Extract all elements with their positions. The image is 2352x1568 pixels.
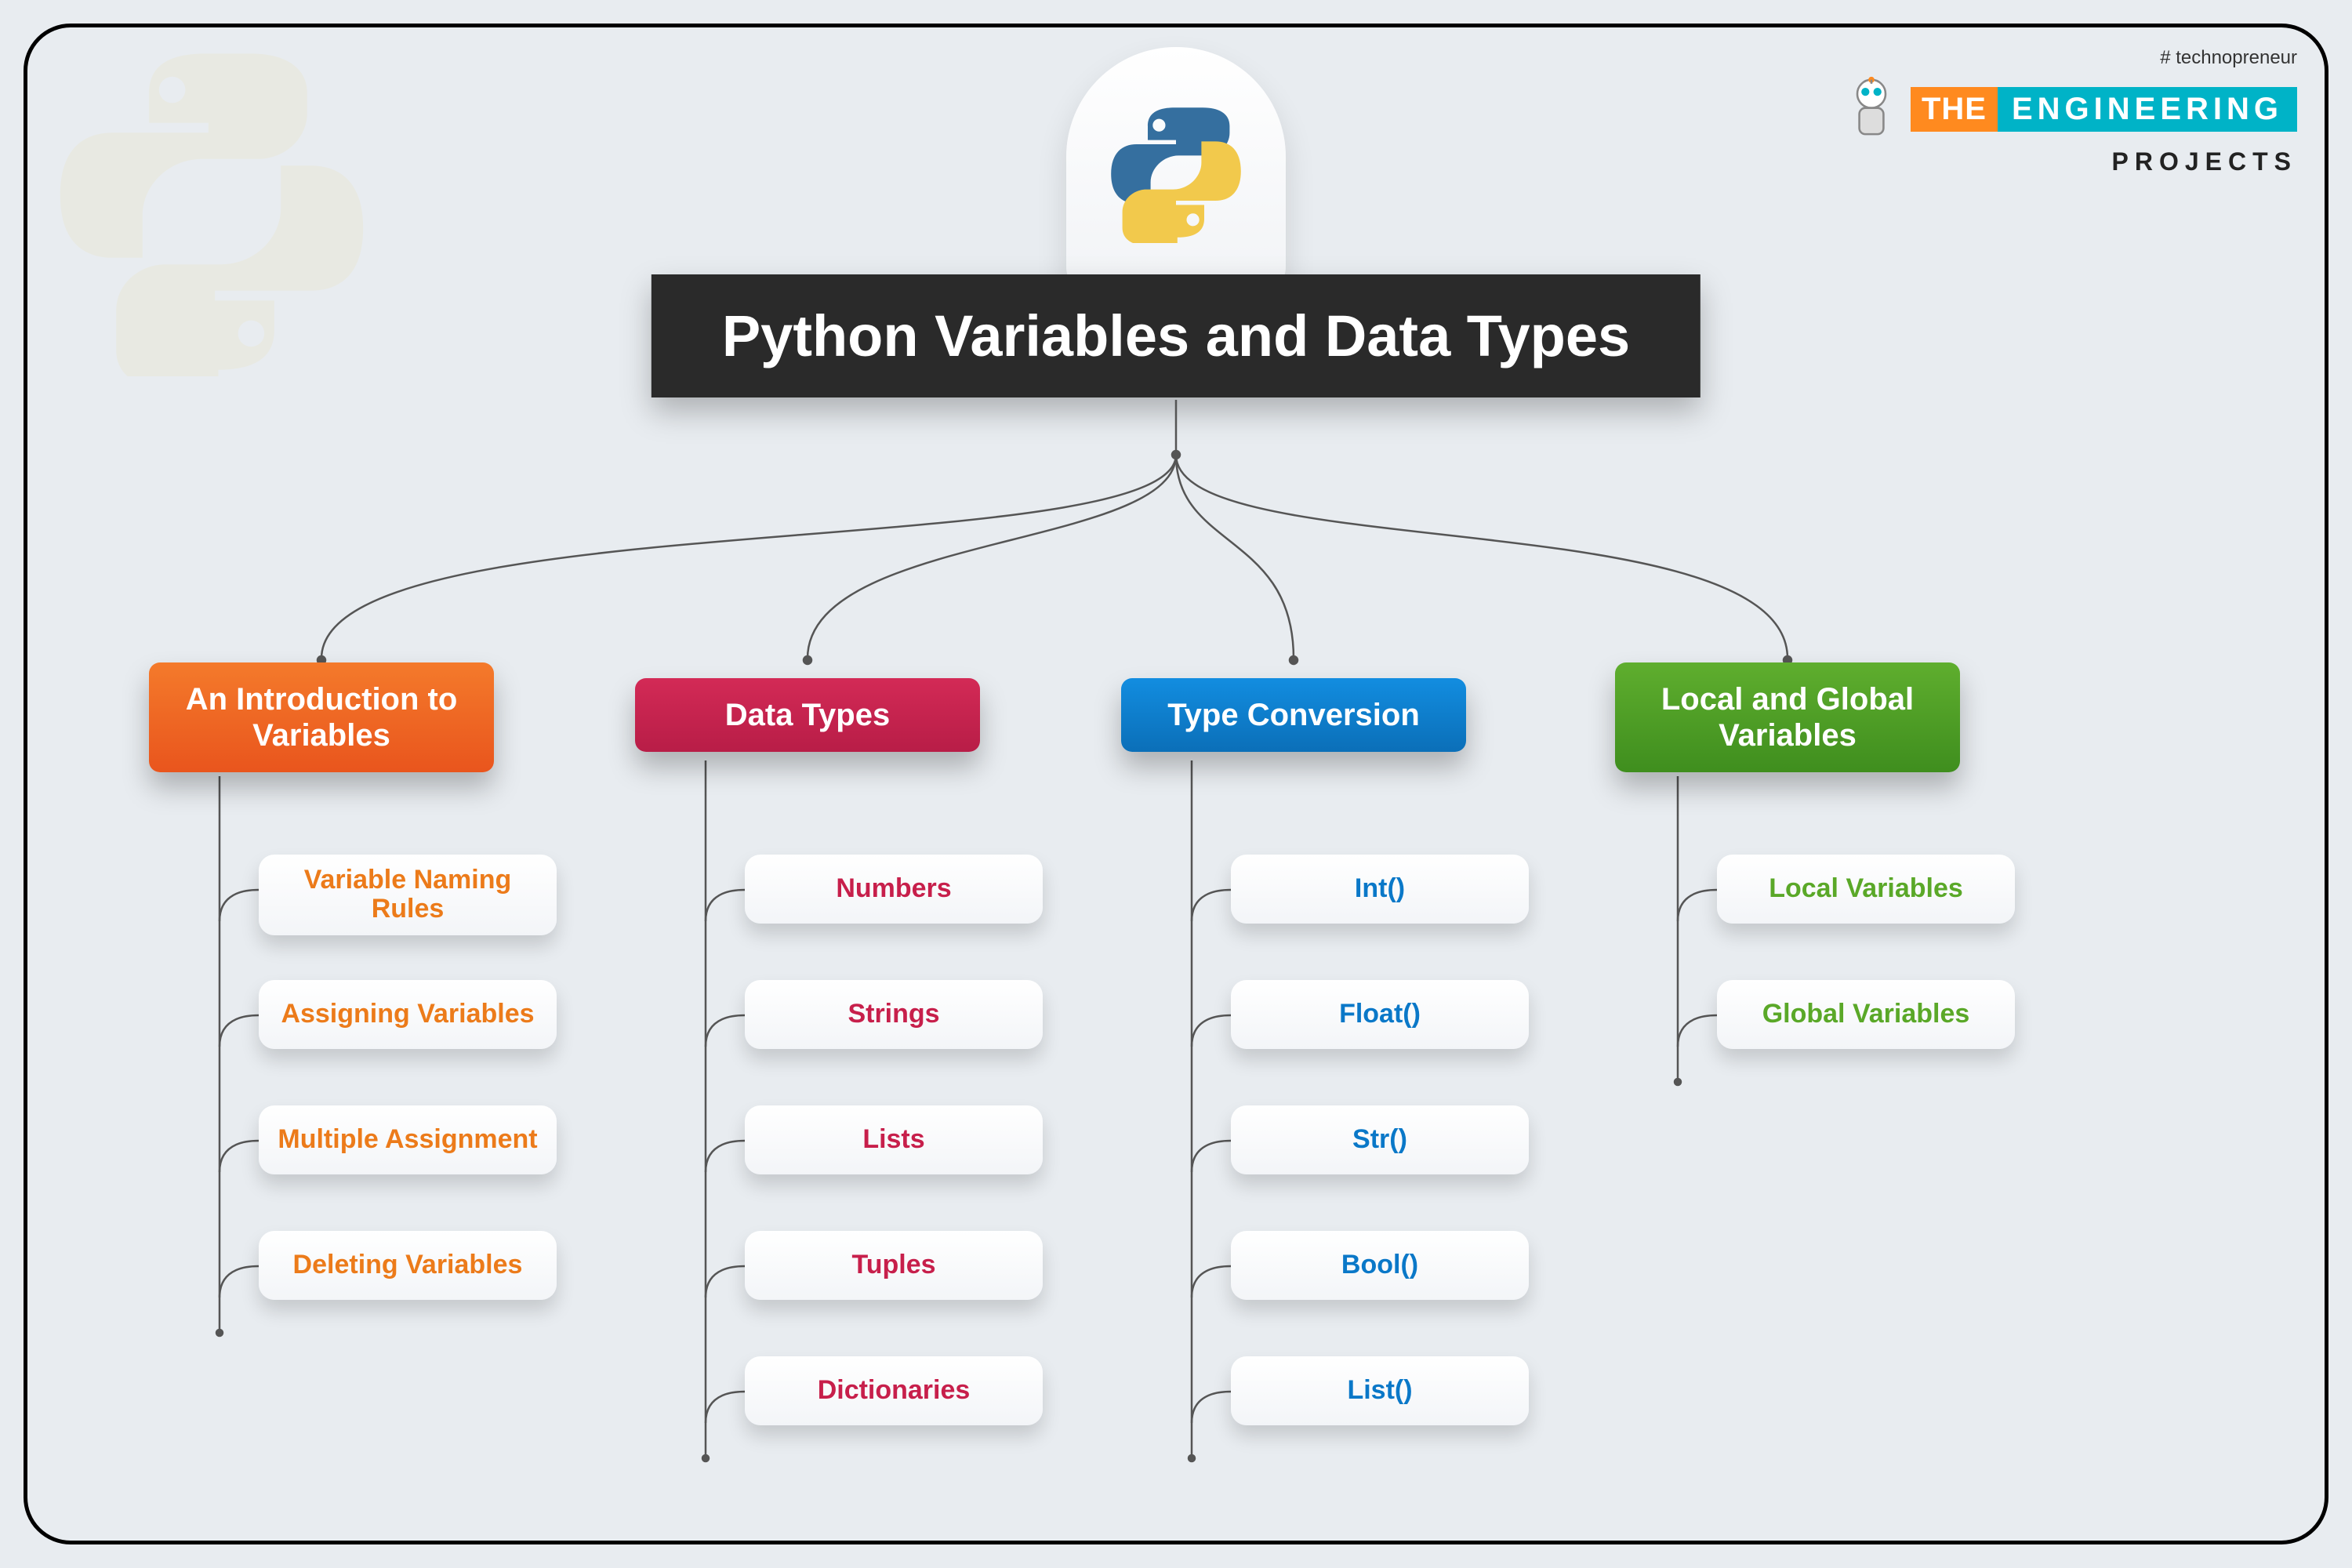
brand-hashtag: # technopreneur bbox=[1840, 47, 2297, 69]
child-card: List() bbox=[1231, 1356, 1529, 1425]
child-card: Deleting Variables bbox=[259, 1231, 557, 1300]
brand-engineering: ENGINEERING bbox=[1998, 87, 2297, 132]
branch-header-datatypes: Data Types bbox=[635, 678, 980, 752]
branch-header-conversion: Type Conversion bbox=[1121, 678, 1466, 752]
child-card: Variable Naming Rules bbox=[259, 855, 557, 935]
child-card: Multiple Assignment bbox=[259, 1105, 557, 1174]
child-card: Local Variables bbox=[1717, 855, 2015, 924]
brand-projects: PROJECTS bbox=[1840, 147, 2297, 176]
child-card: Str() bbox=[1231, 1105, 1529, 1174]
child-card: Dictionaries bbox=[745, 1356, 1043, 1425]
child-card: Lists bbox=[745, 1105, 1043, 1174]
child-card: Float() bbox=[1231, 980, 1529, 1049]
python-logo-badge bbox=[1066, 47, 1286, 298]
diagram-title: Python Variables and Data Types bbox=[652, 274, 1700, 397]
branch-header-scope: Local and Global Variables bbox=[1615, 662, 1960, 772]
python-logo-icon bbox=[1105, 102, 1247, 243]
child-card: Int() bbox=[1231, 855, 1529, 924]
child-card: Strings bbox=[745, 980, 1043, 1049]
child-card: Bool() bbox=[1231, 1231, 1529, 1300]
child-card: Global Variables bbox=[1717, 980, 2015, 1049]
brand-the: THE bbox=[1911, 87, 1998, 132]
robot-mascot-icon bbox=[1840, 74, 1903, 144]
child-card: Assigning Variables bbox=[259, 980, 557, 1049]
branch-header-intro: An Introduction to Variables bbox=[149, 662, 494, 772]
child-card: Numbers bbox=[745, 855, 1043, 924]
brand-block: # technopreneur THE ENGINEERING PROJECTS bbox=[1840, 47, 2297, 176]
python-watermark-icon bbox=[47, 47, 376, 376]
child-card: Tuples bbox=[745, 1231, 1043, 1300]
